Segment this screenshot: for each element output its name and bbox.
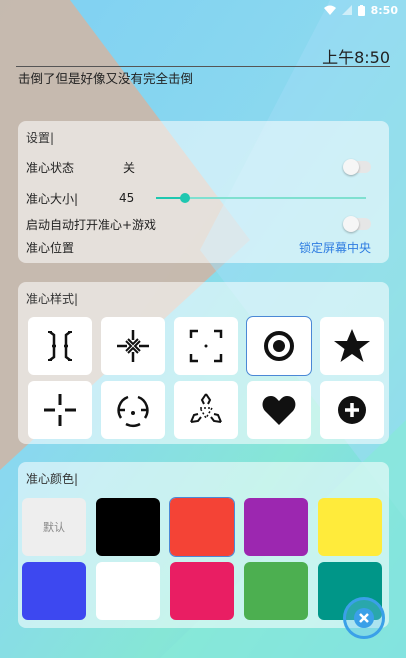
signal-icon (341, 5, 352, 15)
gap-cross-crosshair-icon (44, 394, 76, 426)
auto-launch-label: 启动自动打开准心+游戏 (26, 217, 157, 232)
crosshair-size-label: 准心大小| (26, 191, 79, 206)
crosshair-style-card: 准心样式| (18, 282, 389, 444)
crosshair-position-label: 准心位置 (26, 240, 75, 255)
plus-circle-icon (338, 396, 366, 424)
color-swatch-white[interactable] (96, 562, 160, 620)
crosshair-color-card: 准心颜色| 默认 (18, 462, 389, 628)
slider-thumb[interactable] (180, 193, 191, 203)
auto-launch-toggle[interactable] (343, 216, 371, 232)
style-tile-1[interactable] (28, 317, 92, 375)
color-swatch-black[interactable] (96, 498, 160, 556)
close-icon (354, 608, 374, 628)
header-divider (16, 66, 390, 67)
style-tile-10[interactable] (320, 381, 384, 439)
style-tile-5[interactable] (320, 317, 384, 375)
settings-card: 设置| 准心状态 关 准心大小| 45 启动自动打开准心+游戏 准心位置 锁定屏… (18, 121, 389, 263)
color-swatch-yellow[interactable] (318, 498, 382, 556)
dot-ring-crosshair-icon (264, 331, 294, 361)
corner-brackets-crosshair-icon (189, 329, 223, 363)
close-floating-button[interactable] (343, 597, 385, 639)
header-clock: 上午8:50 (322, 48, 390, 67)
crosshair-state-toggle[interactable] (343, 159, 371, 175)
style-title: 准心样式| (26, 292, 79, 306)
crosshair-state-row: 准心状态 关 (26, 156, 379, 178)
wifi-icon (323, 5, 336, 15)
bracket-crosshair-icon (48, 331, 72, 361)
color-swatch-green[interactable] (244, 562, 308, 620)
style-tile-4-selected[interactable] (246, 316, 312, 376)
color-title: 准心颜色| (26, 472, 79, 486)
arrow-cross-crosshair-icon (117, 330, 149, 362)
style-tile-8[interactable] (174, 381, 238, 439)
color-swatch-blue[interactable] (22, 562, 86, 620)
default-color-label: 默认 (43, 521, 65, 534)
star-icon (334, 329, 370, 362)
circle-dot-crosshair-icon (117, 395, 149, 428)
status-time: 8:50 (370, 3, 398, 17)
crosshair-state-label: 准心状态 (26, 160, 75, 175)
style-tile-3[interactable] (174, 317, 238, 375)
style-tile-7[interactable] (101, 381, 165, 439)
style-tile-9[interactable] (247, 381, 311, 439)
crosshair-size-value: 45 (119, 191, 135, 205)
crosshair-position-row: 准心位置 锁定屏幕中央 (26, 236, 379, 258)
color-swatch-purple[interactable] (244, 498, 308, 556)
auto-launch-row: 启动自动打开准心+游戏 (26, 213, 379, 235)
color-swatch-red[interactable] (169, 497, 235, 557)
status-bar: 8:50 (0, 0, 406, 20)
crosshair-size-row: 准心大小| 45 (26, 187, 379, 209)
crosshair-size-slider[interactable] (156, 193, 366, 203)
style-tile-6[interactable] (28, 381, 92, 439)
crosshair-state-value: 关 (123, 160, 136, 175)
color-swatch-pink[interactable] (170, 562, 234, 620)
lock-center-link[interactable]: 锁定屏幕中央 (299, 239, 371, 256)
battery-icon (357, 4, 365, 16)
header-subtitle: 击倒了但是好像又没有完全击倒 (18, 71, 194, 86)
triple-arrow-crosshair-icon (190, 393, 222, 423)
style-tile-2[interactable] (101, 317, 165, 375)
settings-title: 设置| (26, 131, 55, 145)
heart-icon (262, 396, 296, 425)
color-swatch-default[interactable]: 默认 (22, 498, 86, 556)
